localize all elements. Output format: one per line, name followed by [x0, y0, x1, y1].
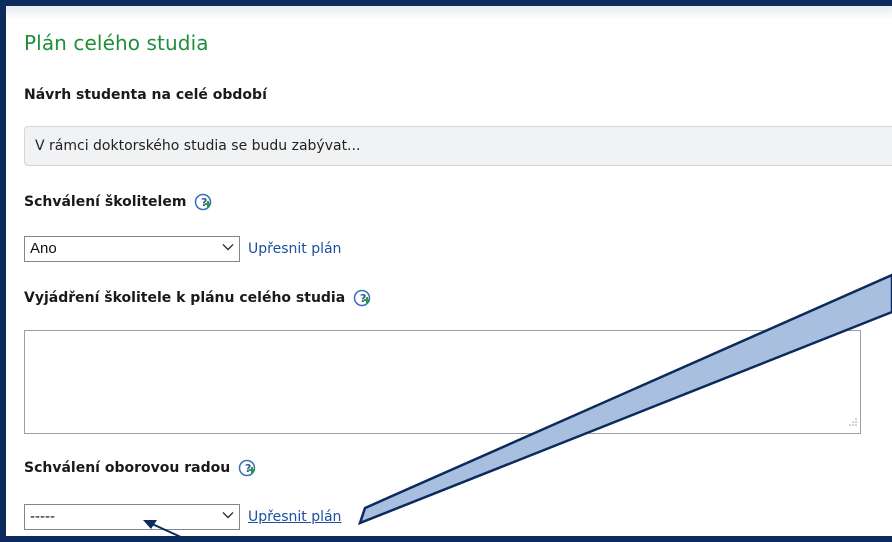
callout-pointer-shape [357, 273, 892, 526]
annotation-overlay [143, 273, 892, 542]
arrow-line [149, 522, 193, 542]
